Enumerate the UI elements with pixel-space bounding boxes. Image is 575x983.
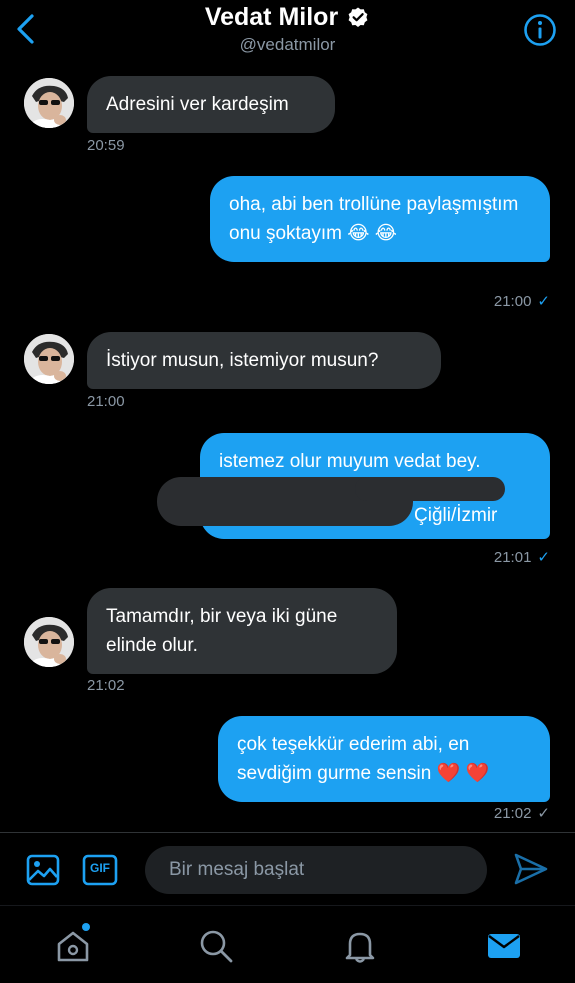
timestamp-text: 21:00 (493, 293, 532, 310)
timestamp-text: 21:01 (493, 549, 532, 566)
message-timestamp: 21:02 (87, 677, 125, 694)
search-icon[interactable] (198, 928, 234, 964)
sent-check-icon: ✓ (537, 549, 550, 566)
composer-divider (0, 832, 575, 833)
message-text-end: Çiğli/İzmir (414, 505, 498, 526)
message-bubble-outgoing[interactable]: oha, abi ben trollüne paylaşmıştım onu ş… (210, 176, 550, 262)
avatar-photo (24, 334, 74, 384)
avatar-photo (24, 617, 74, 667)
notification-dot (82, 923, 90, 931)
profile-title-area[interactable]: Vedat Milor @vedatmilor (0, 3, 575, 55)
sent-check-icon: ✓ (537, 293, 550, 310)
contact-handle: @vedatmilor (239, 35, 336, 54)
home-icon[interactable] (55, 928, 91, 964)
gif-label: GIF (90, 861, 110, 875)
send-icon[interactable] (512, 850, 550, 888)
mail-icon[interactable] (486, 928, 522, 964)
message-text: istemez olur muyum vedat bey. (219, 451, 481, 472)
message-timestamp: 21:00 (87, 393, 125, 410)
contact-name-row: Vedat Milor (205, 3, 370, 32)
message-input[interactable] (145, 846, 487, 894)
nav-divider (0, 905, 575, 906)
message-timestamp: 21:00 ✓ (494, 292, 550, 310)
verified-badge-icon (348, 7, 368, 27)
sent-check-icon: ✓ (537, 805, 550, 822)
redaction-overlay (355, 477, 505, 501)
contact-name: Vedat Milor (204, 3, 339, 31)
avatar-photo (24, 78, 74, 128)
message-timestamp: 21:01 ✓ (494, 548, 550, 566)
avatar[interactable] (24, 334, 74, 384)
message-bubble-incoming[interactable]: İstiyor musun, istemiyor musun? (87, 332, 441, 389)
message-timestamp: 20:59 (87, 137, 125, 154)
gif-icon[interactable]: GIF (82, 852, 118, 888)
bell-icon[interactable] (342, 928, 378, 964)
message-bubble-outgoing[interactable]: çok teşekkür ederim abi, en sevdiğim gur… (218, 716, 550, 802)
image-icon[interactable] (25, 852, 61, 888)
avatar[interactable] (24, 617, 74, 667)
message-bubble-incoming[interactable]: Adresini ver kardeşim (87, 76, 335, 133)
timestamp-text: 21:02 (493, 805, 532, 822)
avatar[interactable] (24, 78, 74, 128)
message-bubble-incoming[interactable]: Tamamdır, bir veya iki güne elinde olur. (87, 588, 397, 674)
message-timestamp: 21:02 ✓ (494, 804, 550, 822)
info-icon[interactable] (523, 13, 557, 47)
conversation-header: Vedat Milor @vedatmilor (0, 0, 575, 62)
